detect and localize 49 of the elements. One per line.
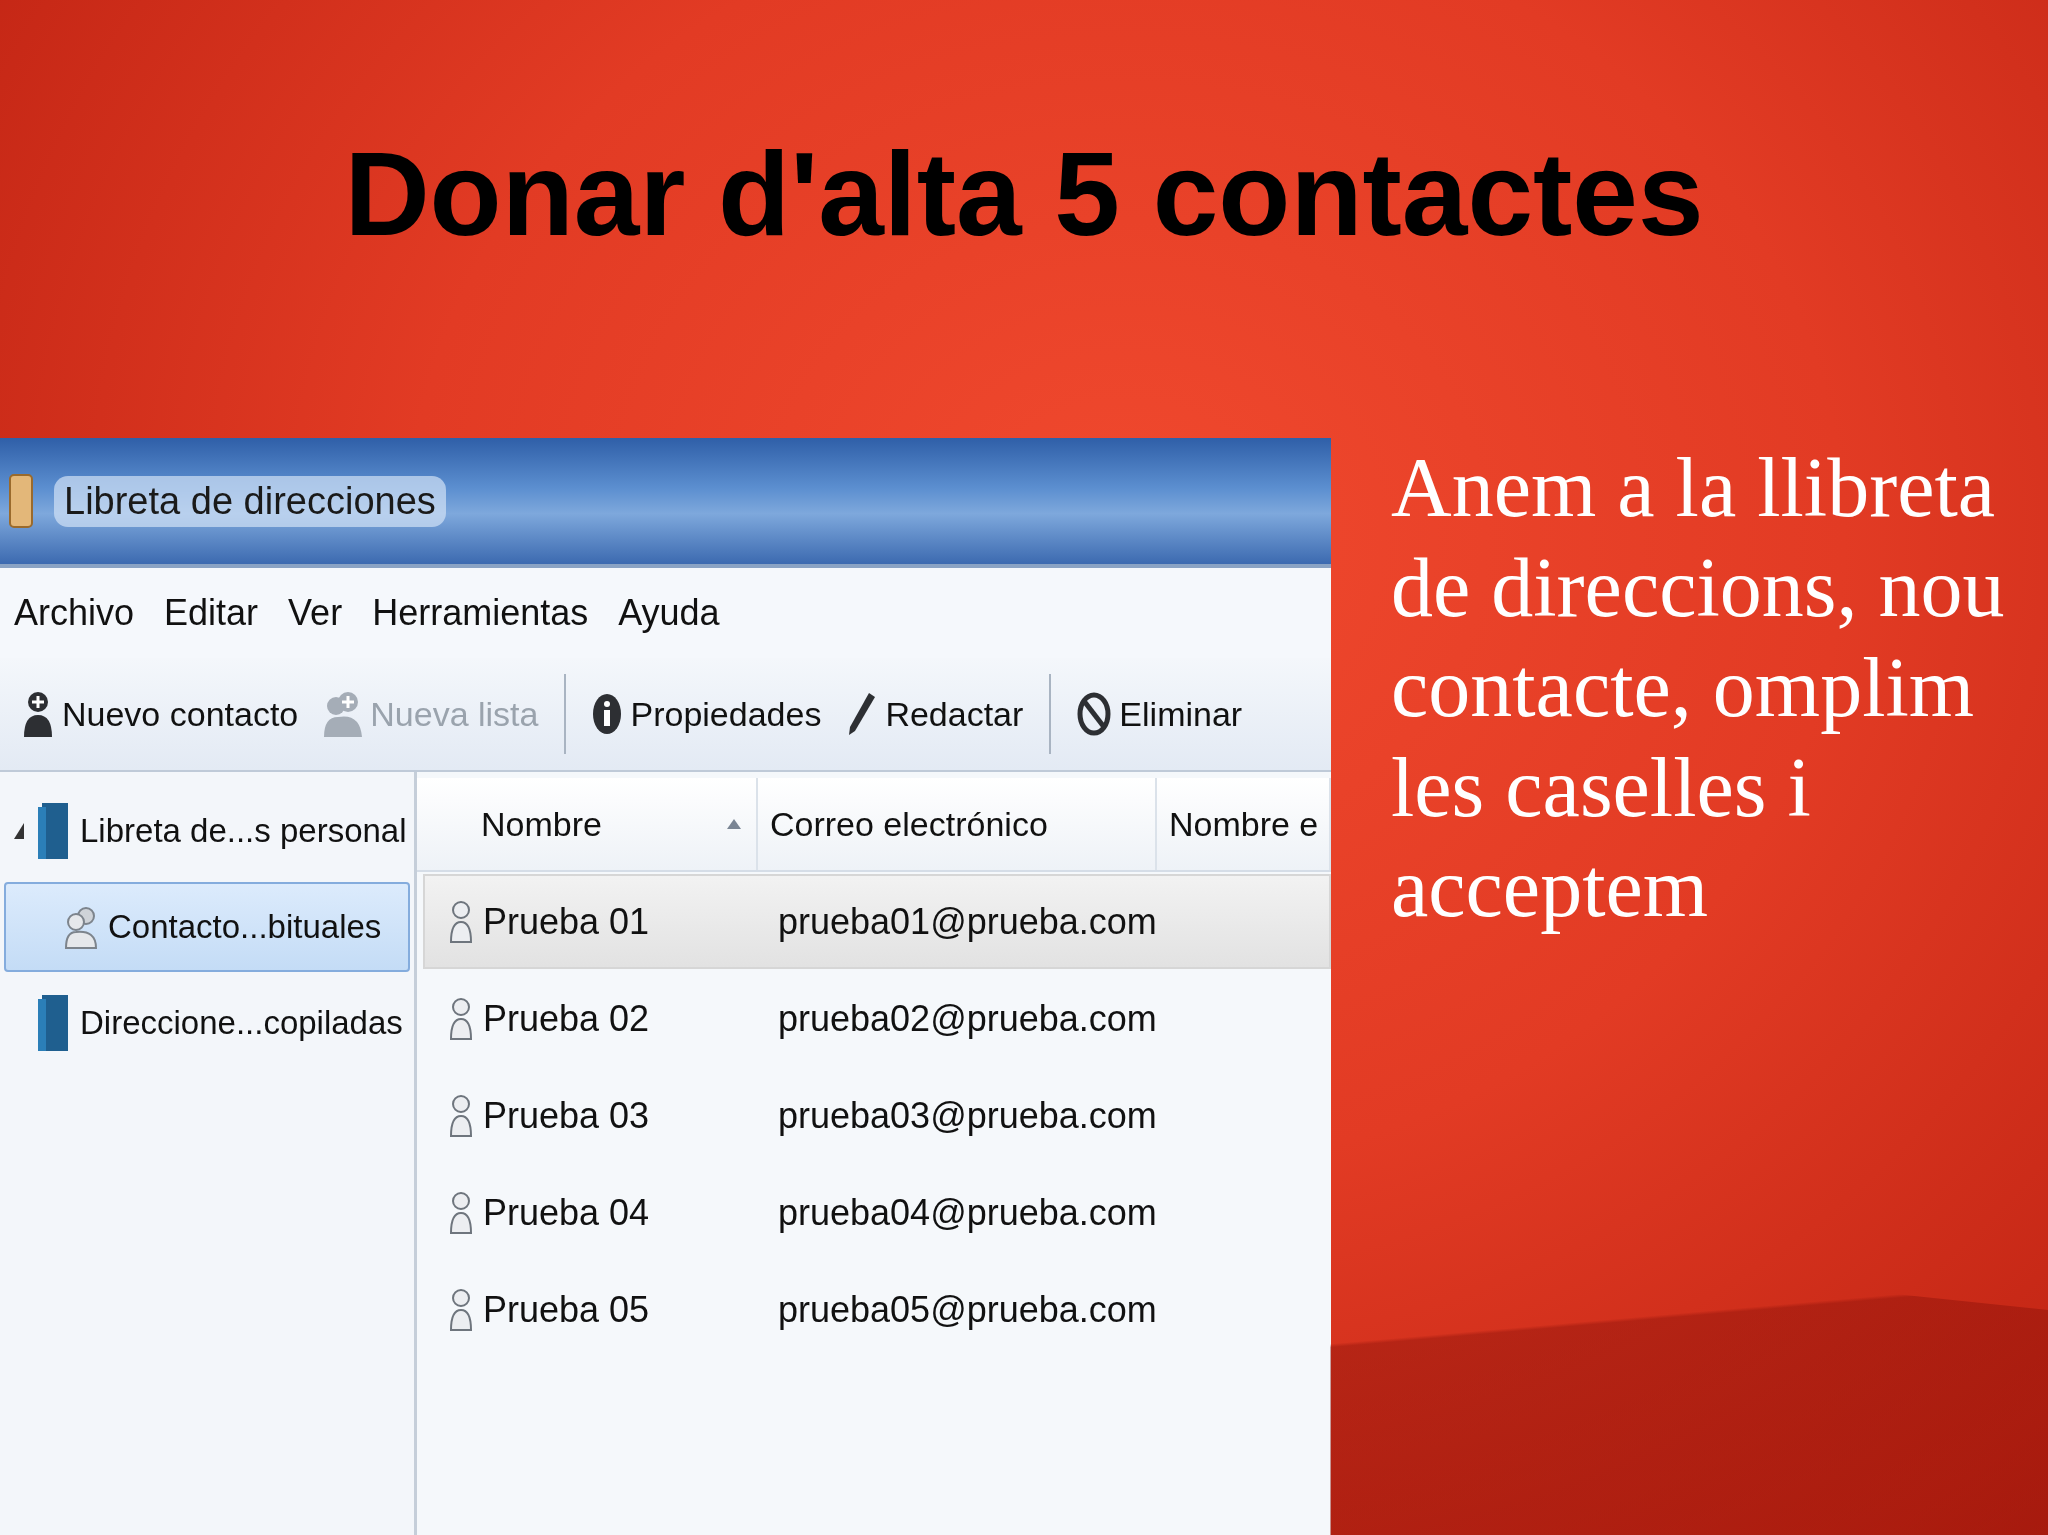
- table-cell: Prueba 01: [483, 900, 650, 943]
- contact-row[interactable]: Prueba 05 prueba05@prueba.com: [423, 1262, 1331, 1357]
- tree-item[interactable]: Contacto...bituales: [4, 882, 410, 972]
- people-icon: [64, 904, 98, 950]
- contact-row[interactable]: Prueba 02 prueba02@prueba.com: [423, 971, 1331, 1066]
- menu-item[interactable]: Ver: [288, 592, 343, 634]
- sort-arrow-icon: [726, 818, 742, 830]
- tree-item[interactable]: Direccione...copiladas: [4, 978, 410, 1068]
- people-add-icon: [324, 689, 363, 739]
- person-icon: [449, 1093, 473, 1138]
- table-cell: Prueba 05: [483, 1288, 650, 1331]
- person-icon: [449, 1287, 473, 1332]
- contact-row[interactable]: Prueba 01 prueba01@prueba.com: [423, 874, 1331, 969]
- toolbar-button[interactable]: Eliminar: [1077, 691, 1243, 737]
- menu-item[interactable]: Herramientas: [372, 592, 589, 634]
- table-cell: prueba02@prueba.com: [778, 997, 1157, 1040]
- table-cell: Prueba 04: [483, 1191, 650, 1234]
- info-icon: [592, 692, 623, 736]
- table-cell: prueba04@prueba.com: [778, 1191, 1157, 1234]
- table-cell: Prueba 02: [483, 997, 650, 1040]
- book-icon: [36, 801, 70, 861]
- contact-row[interactable]: Prueba 04 prueba04@prueba.com: [423, 1165, 1331, 1260]
- person-icon: [449, 899, 473, 944]
- column-header[interactable]: Nombre: [417, 778, 758, 870]
- tree-item[interactable]: Libreta de...s personal: [4, 786, 410, 876]
- ban-icon: [1077, 691, 1112, 737]
- table-cell: Prueba 03: [483, 1094, 650, 1137]
- table-cell: prueba05@prueba.com: [778, 1288, 1157, 1331]
- book-icon: [36, 993, 70, 1053]
- column-header[interactable]: Nombre e: [1157, 778, 1331, 870]
- person-icon: [449, 1190, 473, 1235]
- expanded-arrow-icon[interactable]: [12, 821, 26, 841]
- toolbar-button[interactable]: Propiedades: [592, 692, 822, 736]
- book-icon: [6, 473, 36, 529]
- person-icon: [449, 996, 473, 1041]
- window-title: Libreta de direcciones: [54, 475, 446, 527]
- person-add-icon: [22, 689, 54, 739]
- menu-item[interactable]: Archivo: [14, 592, 135, 634]
- table-cell: prueba01@prueba.com: [778, 900, 1157, 943]
- menu-item[interactable]: Editar: [164, 592, 259, 634]
- slide-text: Anem a la llibreta de direccions, nou contacte, omplim les caselles i acceptem: [1390, 440, 2006, 936]
- menu-item[interactable]: Ayuda: [618, 592, 720, 634]
- toolbar-button[interactable]: Nuevo contacto: [22, 689, 299, 739]
- pencil-icon: [847, 691, 878, 737]
- column-header[interactable]: Correo electrónico: [758, 778, 1157, 870]
- table-cell: prueba03@prueba.com: [778, 1094, 1157, 1137]
- slide-title: Donar d'alta 5 contactes: [344, 127, 1704, 262]
- contact-row[interactable]: Prueba 03 prueba03@prueba.com: [423, 1068, 1331, 1163]
- toolbar-button[interactable]: Redactar: [847, 691, 1024, 737]
